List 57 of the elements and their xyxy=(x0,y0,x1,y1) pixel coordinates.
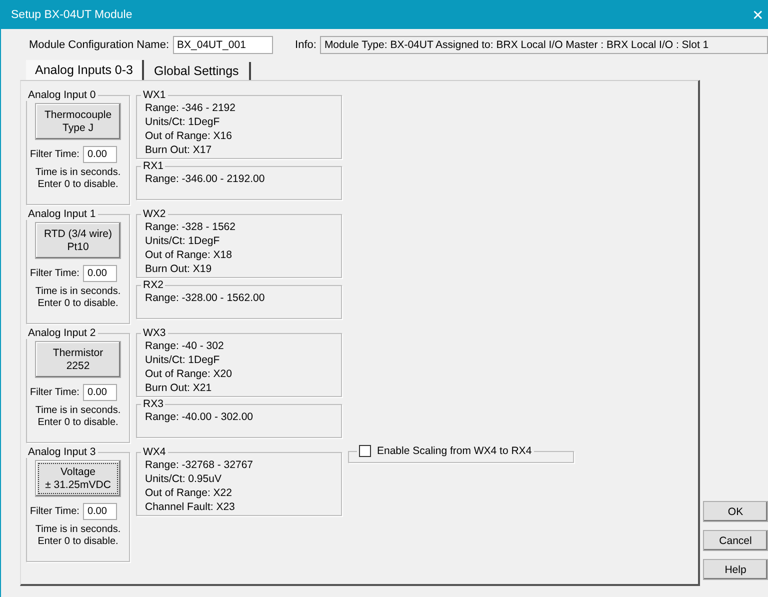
dialog-button[interactable]: Cancel xyxy=(703,530,768,551)
info-line: Channel Fault: X23 xyxy=(145,500,236,514)
input-type-button[interactable]: Voltage ± 31.25mVDC xyxy=(35,460,121,497)
info-line: Units/Ct: 1DegF xyxy=(145,353,221,367)
group-title: RX2 xyxy=(142,279,164,291)
filter-time-label: Filter Time: xyxy=(30,149,80,160)
group-title: WX2 xyxy=(142,208,167,220)
config-name-label: Module Configuration Name: xyxy=(29,39,170,51)
group-title: Analog Input 2 xyxy=(27,327,97,339)
hint-text: Time is in seconds. Enter 0 to disable. xyxy=(35,286,121,310)
filter-time-label: Filter Time: xyxy=(30,268,80,279)
tab[interactable]: Analog Inputs 0-3 xyxy=(26,60,144,80)
info-line: Units/Ct: 1DegF xyxy=(145,234,221,248)
checkbox[interactable] xyxy=(359,445,371,457)
group-title: Analog Input 1 xyxy=(27,208,97,220)
info-line: Units/Ct: 1DegF xyxy=(145,115,221,129)
hint-text: Time is in seconds. Enter 0 to disable. xyxy=(35,405,121,429)
filter-time-field[interactable]: 0.00 xyxy=(83,146,118,163)
info-line: Burn Out: X17 xyxy=(145,143,213,157)
checkbox-label: Enable Scaling from WX4 to RX4 xyxy=(377,445,532,457)
filter-time-field[interactable]: 0.00 xyxy=(83,265,118,282)
info-line: Range: -328 - 1562 xyxy=(145,220,236,234)
config-name-field[interactable]: BX_04UT_001 xyxy=(173,36,274,54)
dialog-button[interactable]: OK xyxy=(703,501,768,522)
info-line: Units/Ct: 0.95uV xyxy=(145,472,222,486)
group-title: WX1 xyxy=(142,89,167,101)
info-line: Range: -32768 - 32767 xyxy=(145,458,254,472)
info-field: Module Type: BX-04UT Assigned to: BRX Local I/O Master : BRX Local I/O : Slot 1 xyxy=(320,36,768,54)
hint-text: Time is in seconds. Enter 0 to disable. xyxy=(35,167,121,191)
info-line: Range: -346 - 2192 xyxy=(145,101,236,115)
group-title: Analog Input 0 xyxy=(27,89,97,101)
filter-time-label: Filter Time: xyxy=(30,506,80,517)
info-label: Info: xyxy=(295,39,316,51)
input-type-button[interactable]: Thermocouple Type J xyxy=(35,103,121,140)
hint-text: Time is in seconds. Enter 0 to disable. xyxy=(35,524,121,548)
filter-time-field[interactable]: 0.00 xyxy=(83,503,118,520)
group-title: RX1 xyxy=(142,160,164,172)
info-line: Out of Range: X20 xyxy=(145,367,233,381)
input-type-button[interactable]: Thermistor 2252 xyxy=(35,341,121,378)
info-line: Range: -328.00 - 1562.00 xyxy=(145,291,266,305)
group-title: Analog Input 3 xyxy=(27,446,97,458)
filter-time-field[interactable]: 0.00 xyxy=(83,384,118,401)
info-line: Out of Range: X18 xyxy=(145,248,233,262)
group-title: WX3 xyxy=(142,327,167,339)
info-line: Range: -346.00 - 2192.00 xyxy=(145,172,266,186)
dialog-button[interactable]: Help xyxy=(703,559,768,580)
filter-time-label: Filter Time: xyxy=(30,387,80,398)
input-type-button[interactable]: RTD (3/4 wire) Pt10 xyxy=(35,222,121,259)
info-line: Range: -40 - 302 xyxy=(145,339,225,353)
info-line: Burn Out: X19 xyxy=(145,262,213,276)
group-title: WX4 xyxy=(142,446,167,458)
info-line: Burn Out: X21 xyxy=(145,381,213,395)
info-line: Range: -40.00 - 302.00 xyxy=(145,410,254,424)
group-title: RX3 xyxy=(142,398,164,410)
info-line: Out of Range: X16 xyxy=(145,129,233,143)
info-line: Out of Range: X22 xyxy=(145,486,233,500)
window-title: Setup BX-04UT Module xyxy=(11,8,132,20)
